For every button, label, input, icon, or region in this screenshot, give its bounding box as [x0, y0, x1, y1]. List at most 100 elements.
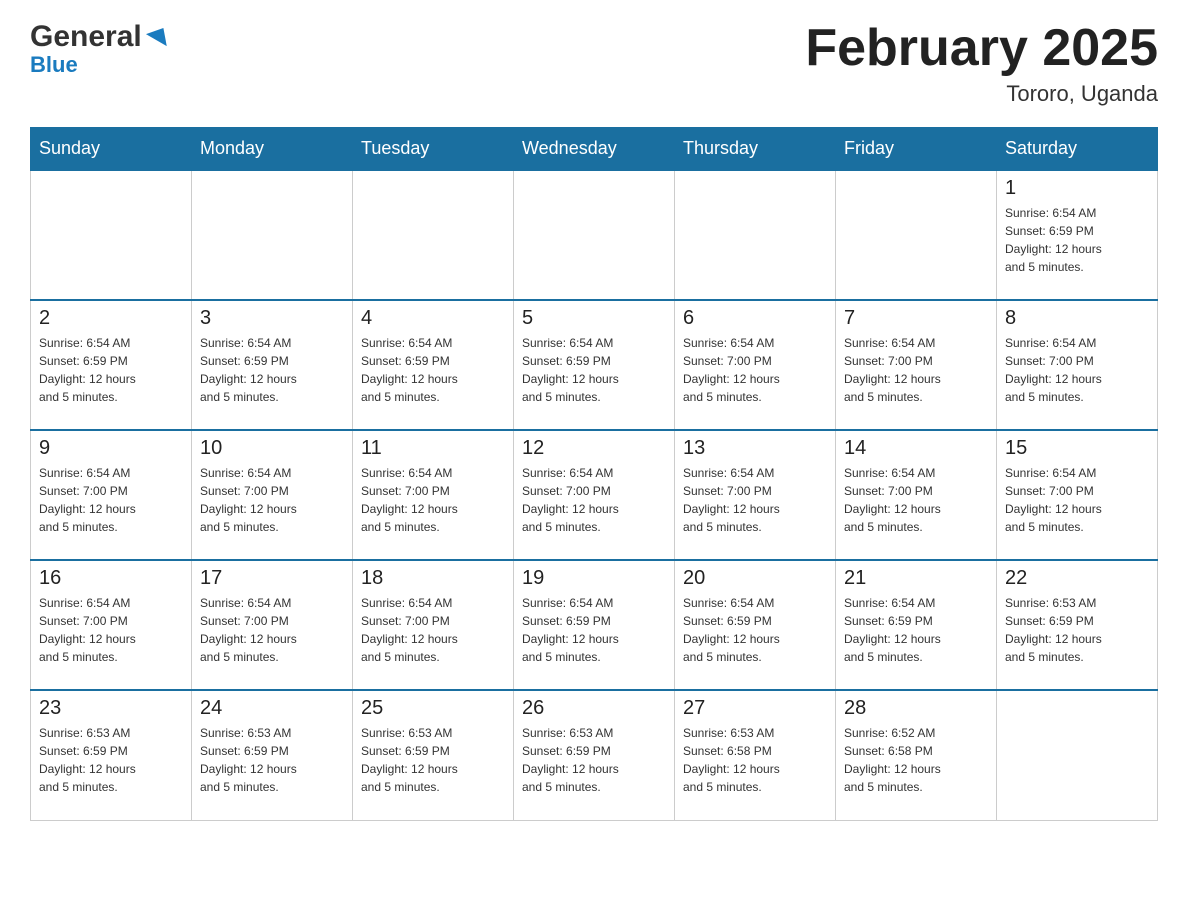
day-info: Sunrise: 6:54 AMSunset: 6:59 PMDaylight:…: [844, 594, 988, 666]
logo-text-general: General: [30, 20, 142, 54]
day-number: 14: [844, 437, 988, 460]
calendar-cell: 9 Sunrise: 6:54 AMSunset: 7:00 PMDaylight…: [31, 430, 192, 560]
day-info: Sunrise: 6:54 AMSunset: 6:59 PMDaylight:…: [1005, 204, 1149, 276]
calendar-week-row: 1 Sunrise: 6:54 AMSunset: 6:59 PMDaylight…: [31, 170, 1158, 300]
calendar-cell: 20 Sunrise: 6:54 AMSunset: 6:59 PMDayligh…: [675, 560, 836, 690]
day-number: 12: [522, 437, 666, 460]
calendar-cell: 28 Sunrise: 6:52 AMSunset: 6:58 PMDayligh…: [836, 690, 997, 820]
day-number: 28: [844, 697, 988, 720]
day-info: Sunrise: 6:54 AMSunset: 7:00 PMDaylight:…: [361, 594, 505, 666]
day-info: Sunrise: 6:54 AMSunset: 6:59 PMDaylight:…: [200, 334, 344, 406]
calendar-cell: 14Sunrise: 6:54 AMSunset: 7:00 PMDayligh…: [836, 430, 997, 560]
day-info: Sunrise: 6:54 AMSunset: 7:00 PMDaylight:…: [1005, 334, 1149, 406]
day-info: Sunrise: 6:54 AMSunset: 6:59 PMDaylight:…: [683, 594, 827, 666]
day-number: 1: [1005, 177, 1149, 200]
weekday-header-friday: Friday: [836, 128, 997, 171]
day-info: Sunrise: 6:54 AMSunset: 6:59 PMDaylight:…: [522, 334, 666, 406]
day-info: Sunrise: 6:52 AMSunset: 6:58 PMDaylight:…: [844, 724, 988, 796]
day-info: Sunrise: 6:54 AMSunset: 7:00 PMDaylight:…: [39, 464, 183, 536]
day-number: 3: [200, 307, 344, 330]
calendar-cell: 10 Sunrise: 6:54 AMSunset: 7:00 PMDayligh…: [192, 430, 353, 560]
day-number: 9: [39, 437, 183, 460]
day-info: Sunrise: 6:54 AMSunset: 7:00 PMDaylight:…: [200, 594, 344, 666]
day-number: 4: [361, 307, 505, 330]
logo-arrow-icon: [142, 22, 172, 52]
day-info: Sunrise: 6:54 AMSunset: 7:00 PMDaylight:…: [200, 464, 344, 536]
day-info: Sunrise: 6:53 AMSunset: 6:59 PMDaylight:…: [1005, 594, 1149, 666]
calendar-cell: 4 Sunrise: 6:54 AMSunset: 6:59 PMDaylight…: [353, 300, 514, 430]
calendar-week-row: 16 Sunrise: 6:54 AMSunset: 7:00 PMDayligh…: [31, 560, 1158, 690]
day-info: Sunrise: 6:54 AMSunset: 6:59 PMDaylight:…: [361, 334, 505, 406]
day-number: 11: [361, 437, 505, 460]
calendar-cell: 3 Sunrise: 6:54 AMSunset: 6:59 PMDaylight…: [192, 300, 353, 430]
day-number: 25: [361, 697, 505, 720]
calendar-cell: [192, 170, 353, 300]
day-info: Sunrise: 6:54 AMSunset: 6:59 PMDaylight:…: [39, 334, 183, 406]
day-number: 7: [844, 307, 988, 330]
day-number: 22: [1005, 567, 1149, 590]
day-number: 16: [39, 567, 183, 590]
day-info: Sunrise: 6:53 AMSunset: 6:59 PMDaylight:…: [200, 724, 344, 796]
calendar-cell: [353, 170, 514, 300]
day-info: Sunrise: 6:53 AMSunset: 6:58 PMDaylight:…: [683, 724, 827, 796]
title-area: February 2025 Tororo, Uganda: [805, 20, 1158, 107]
day-number: 18: [361, 567, 505, 590]
day-number: 15: [1005, 437, 1149, 460]
weekday-header-thursday: Thursday: [675, 128, 836, 171]
logo: General Blue: [30, 20, 172, 78]
day-info: Sunrise: 6:53 AMSunset: 6:59 PMDaylight:…: [39, 724, 183, 796]
calendar-cell: 11 Sunrise: 6:54 AMSunset: 7:00 PMDayligh…: [353, 430, 514, 560]
month-title: February 2025: [805, 20, 1158, 77]
location: Tororo, Uganda: [805, 81, 1158, 107]
calendar-week-row: 23Sunrise: 6:53 AMSunset: 6:59 PMDayligh…: [31, 690, 1158, 820]
day-number: 2: [39, 307, 183, 330]
day-number: 8: [1005, 307, 1149, 330]
weekday-header-row: SundayMondayTuesdayWednesdayThursdayFrid…: [31, 128, 1158, 171]
calendar-table: SundayMondayTuesdayWednesdayThursdayFrid…: [30, 127, 1158, 821]
day-number: 17: [200, 567, 344, 590]
day-number: 13: [683, 437, 827, 460]
weekday-header-wednesday: Wednesday: [514, 128, 675, 171]
calendar-cell: 24 Sunrise: 6:53 AMSunset: 6:59 PMDayligh…: [192, 690, 353, 820]
weekday-header-sunday: Sunday: [31, 128, 192, 171]
calendar-cell: 8 Sunrise: 6:54 AMSunset: 7:00 PMDaylight…: [997, 300, 1158, 430]
weekday-header-monday: Monday: [192, 128, 353, 171]
calendar-cell: 2 Sunrise: 6:54 AMSunset: 6:59 PMDaylight…: [31, 300, 192, 430]
day-info: Sunrise: 6:54 AMSunset: 7:00 PMDaylight:…: [844, 334, 988, 406]
calendar-week-row: 2 Sunrise: 6:54 AMSunset: 6:59 PMDaylight…: [31, 300, 1158, 430]
day-info: Sunrise: 6:54 AMSunset: 7:00 PMDaylight:…: [683, 464, 827, 536]
day-number: 10: [200, 437, 344, 460]
page-header: General Blue February 2025 Tororo, Ugand…: [30, 20, 1158, 107]
day-info: Sunrise: 6:53 AMSunset: 6:59 PMDaylight:…: [361, 724, 505, 796]
day-number: 6: [683, 307, 827, 330]
logo-text-blue: Blue: [30, 52, 78, 78]
calendar-cell: [836, 170, 997, 300]
calendar-cell: 6 Sunrise: 6:54 AMSunset: 7:00 PMDaylight…: [675, 300, 836, 430]
calendar-cell: 13 Sunrise: 6:54 AMSunset: 7:00 PMDayligh…: [675, 430, 836, 560]
calendar-cell: [31, 170, 192, 300]
day-number: 19: [522, 567, 666, 590]
day-number: 24: [200, 697, 344, 720]
calendar-week-row: 9 Sunrise: 6:54 AMSunset: 7:00 PMDaylight…: [31, 430, 1158, 560]
day-number: 26: [522, 697, 666, 720]
calendar-cell: 19Sunrise: 6:54 AMSunset: 6:59 PMDayligh…: [514, 560, 675, 690]
logo-icon: General: [30, 20, 172, 54]
calendar-cell: [997, 690, 1158, 820]
day-info: Sunrise: 6:54 AMSunset: 7:00 PMDaylight:…: [522, 464, 666, 536]
day-info: Sunrise: 6:54 AMSunset: 7:00 PMDaylight:…: [683, 334, 827, 406]
day-info: Sunrise: 6:54 AMSunset: 7:00 PMDaylight:…: [1005, 464, 1149, 536]
day-info: Sunrise: 6:54 AMSunset: 7:00 PMDaylight:…: [361, 464, 505, 536]
calendar-cell: 21 Sunrise: 6:54 AMSunset: 6:59 PMDayligh…: [836, 560, 997, 690]
calendar-cell: 17 Sunrise: 6:54 AMSunset: 7:00 PMDayligh…: [192, 560, 353, 690]
day-number: 21: [844, 567, 988, 590]
day-number: 27: [683, 697, 827, 720]
calendar-cell: 26 Sunrise: 6:53 AMSunset: 6:59 PMDayligh…: [514, 690, 675, 820]
day-number: 20: [683, 567, 827, 590]
calendar-cell: 18 Sunrise: 6:54 AMSunset: 7:00 PMDayligh…: [353, 560, 514, 690]
day-number: 5: [522, 307, 666, 330]
calendar-cell: 16Sunrise: 6:54 AMSunset: 7:00 PMDayligh…: [31, 560, 192, 690]
calendar-cell: [675, 170, 836, 300]
day-info: Sunrise: 6:53 AMSunset: 6:59 PMDaylight:…: [522, 724, 666, 796]
calendar-cell: 15 Sunrise: 6:54 AMSunset: 7:00 PMDayligh…: [997, 430, 1158, 560]
weekday-header-tuesday: Tuesday: [353, 128, 514, 171]
